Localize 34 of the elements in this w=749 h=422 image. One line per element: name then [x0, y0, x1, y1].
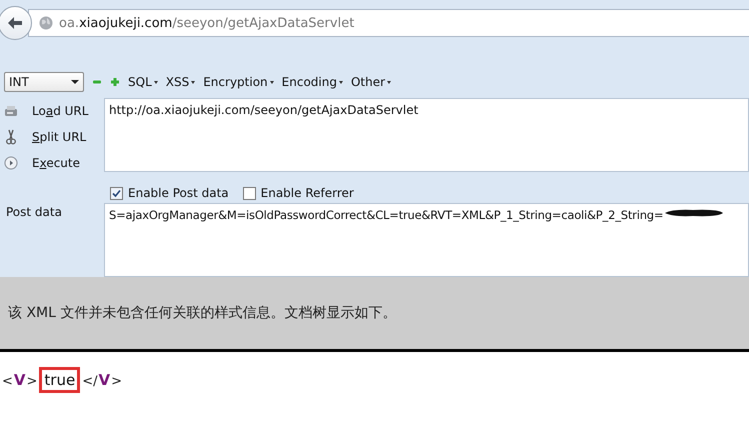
action-button[interactable]: Split URL	[24, 130, 86, 144]
play-icon	[4, 156, 18, 170]
menu-button[interactable]: SQL	[128, 75, 158, 89]
back-button[interactable]	[0, 6, 32, 40]
action-button[interactable]: Execute	[24, 156, 80, 170]
checkbox-label: Enable Post data	[128, 186, 229, 200]
checkbox[interactable]	[242, 186, 256, 200]
tag-bracket: >	[26, 374, 38, 389]
menu-button[interactable]: Encryption	[203, 75, 274, 89]
drive-icon	[4, 104, 18, 118]
checkbox-label: Enable Referrer	[260, 186, 354, 200]
tag-name: V	[98, 371, 110, 389]
menu-button[interactable]: Encoding	[282, 75, 343, 89]
checkbox[interactable]	[110, 186, 123, 200]
menu-button[interactable]: XSS	[166, 75, 196, 89]
xml-value: true	[42, 370, 78, 390]
post-data-field[interactable]: S=ajaxOrgManager&M=isOldPasswordCorrect&CL=true&RVT=XML&P_1_String=caoli&P_2_String=	[109, 208, 664, 222]
tag-name: V	[14, 371, 26, 389]
menu-button[interactable]: Other	[350, 75, 392, 89]
caret-icon	[71, 80, 79, 84]
tag-bracket: >	[111, 374, 122, 389]
address-bar[interactable]: oa.xiaojukeji.com/seeyon/getAjaxDataServlet	[28, 9, 749, 37]
back-arrow-icon	[7, 16, 23, 30]
tag-bracket: <	[2, 374, 13, 389]
address-text: oa.xiaojukeji.com/seeyon/getAjaxDataServlet	[59, 16, 354, 30]
globe-icon	[39, 16, 53, 30]
action-button[interactable]: Load URL	[24, 104, 88, 118]
plus-icon[interactable]	[110, 77, 120, 87]
tag-bracket: </	[82, 374, 98, 389]
url-field[interactable]: http://oa.xiaojukeji.com/seeyon/getAjaxDataServlet	[104, 98, 749, 172]
xml-notice: 该 XML 文件并未包含任何关联的样式信息。文档树显示如下。	[8, 304, 396, 322]
scissors-icon	[4, 129, 18, 145]
post-data-label: Post data	[5, 204, 63, 221]
type-select[interactable]: INT	[4, 72, 84, 92]
